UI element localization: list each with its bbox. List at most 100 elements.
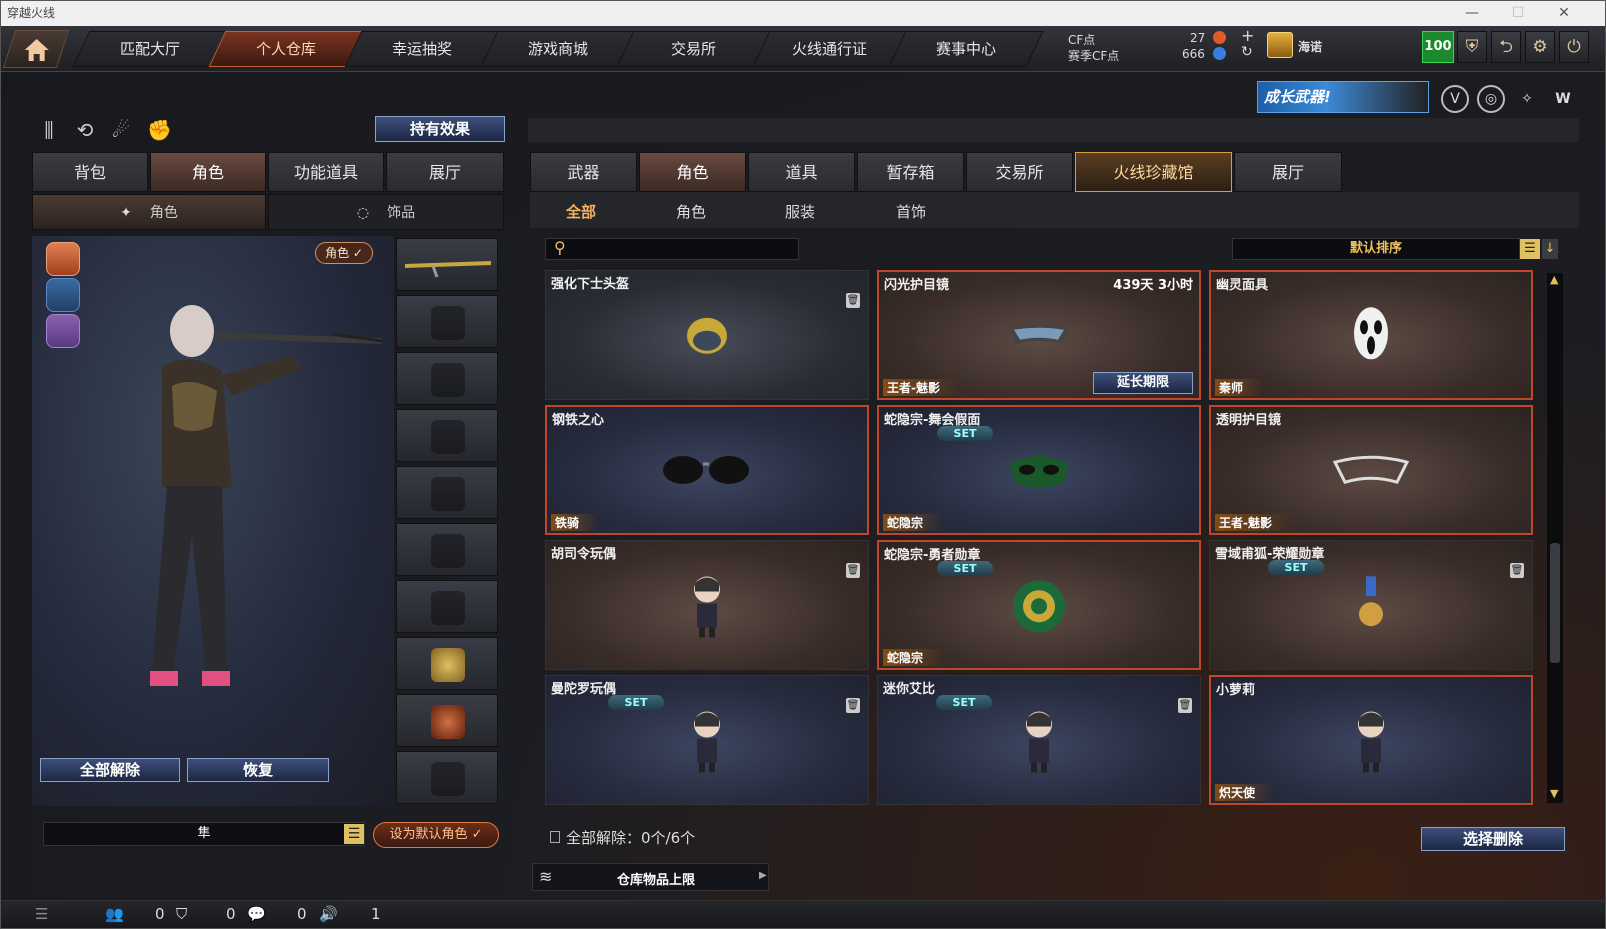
hand-icon[interactable]: ✊ (147, 118, 172, 142)
wing-icon[interactable]: ✧ (1513, 85, 1541, 113)
wolf-badge-icon[interactable] (46, 242, 80, 276)
left-tab-backpack[interactable]: 背包 (32, 152, 148, 192)
right-tab-exchange[interactable]: 交易所 (966, 152, 1073, 192)
shield-icon[interactable]: ⛨ (1457, 31, 1487, 63)
item-card[interactable]: 幽灵面具 秦师 (1209, 270, 1533, 400)
slot-dragon-charm[interactable] (396, 637, 498, 690)
slot-weapon[interactable] (396, 238, 498, 291)
right-tab-items[interactable]: 道具 (748, 152, 855, 192)
scroll-down-icon[interactable]: ▼ (1550, 787, 1558, 800)
category-character[interactable]: 角色 (676, 201, 706, 222)
close-button[interactable]: ✕ (1541, 1, 1587, 26)
nav-tab-personal-storage[interactable]: 个人仓库 (208, 31, 364, 67)
trash-icon[interactable]: 🗑 (1510, 563, 1524, 578)
home-button[interactable] (2, 30, 70, 68)
category-all[interactable]: 全部 (566, 201, 596, 222)
left-subtab-accessory[interactable]: ◌ 饰品 (268, 194, 504, 230)
trash-icon[interactable]: 🗑 (1178, 698, 1192, 713)
power-icon[interactable]: ⏻ (1559, 31, 1589, 63)
select-delete-button[interactable]: 选择删除 (1421, 827, 1565, 851)
list-icon[interactable]: ☰ (35, 905, 48, 923)
character-preview[interactable]: 角色 ✓ 全部解除 恢复 (32, 236, 394, 806)
right-tab-weapon[interactable]: 武器 (530, 152, 637, 192)
left-tab-showroom[interactable]: 展厅 (386, 152, 504, 192)
maximize-button[interactable]: ☐ (1495, 1, 1541, 26)
item-card[interactable]: 强化下士头盔 🗑 (545, 270, 869, 400)
right-tab-temp-box[interactable]: 暂存箱 (857, 152, 964, 192)
right-tab-character[interactable]: 角色 (639, 152, 746, 192)
nav-tab-exchange[interactable]: 交易所 (616, 31, 772, 67)
goggles-badge-icon[interactable] (46, 278, 80, 312)
sort-list-icon[interactable]: ☰ (1520, 239, 1540, 259)
item-card[interactable]: 迷你艾比 SET 🗑 (877, 675, 1201, 805)
right-tab-collection-hall[interactable]: 火线珍藏馆 (1075, 152, 1232, 192)
slot-helmet[interactable] (396, 295, 498, 348)
sort-dropdown[interactable]: 默认排序 (1232, 238, 1520, 260)
item-card[interactable]: 小萝莉 炽天使 (1209, 675, 1533, 805)
trash-icon[interactable]: 🗑 (846, 563, 860, 578)
unequip-all-button[interactable]: 全部解除 (40, 758, 180, 782)
w-logo-icon[interactable]: W (1549, 85, 1577, 113)
slot-backpack[interactable] (396, 466, 498, 519)
slot-glasses[interactable] (396, 352, 498, 405)
minimize-button[interactable]: — (1449, 1, 1495, 26)
item-card[interactable]: 钢铁之心 铁骑 (545, 405, 869, 535)
slot-tiger-charm[interactable] (396, 694, 498, 747)
menu-list-icon[interactable]: ☰ (344, 824, 364, 844)
storage-limit-label: 仓库物品上限 (617, 873, 696, 888)
gear-icon[interactable]: ⚙ (1525, 31, 1555, 63)
pose-icon[interactable]: ☄ (109, 118, 133, 142)
slot-vest[interactable] (396, 409, 498, 462)
item-card[interactable]: 雪域甫狐-荣耀勋章 SET 🗑 (1209, 540, 1533, 670)
sort-direction-icon[interactable]: ↓ (1542, 239, 1558, 259)
chat-icon[interactable]: 💬 (247, 905, 266, 923)
trash-icon[interactable]: 🗑 (846, 698, 860, 713)
bird-badge-icon[interactable] (46, 314, 80, 348)
left-subtab-character[interactable]: ✦ 角色 (32, 194, 266, 230)
left-tab-functional-items[interactable]: 功能道具 (268, 152, 384, 192)
item-card[interactable]: 胡司令玩偶 🗑 (545, 540, 869, 670)
storage-limit-bar[interactable]: ≋ 仓库物品上限 ▶ (532, 863, 769, 891)
slot-pants[interactable] (396, 580, 498, 633)
return-icon[interactable]: ⮌ (1491, 31, 1521, 63)
item-card[interactable]: 闪光护目镜 439天 3小时 王者-魅影 延长期限 (877, 270, 1201, 400)
set-default-character-button[interactable]: 设为默认角色 ✓ (373, 822, 499, 848)
clan-shield-icon[interactable]: ⛉ (176, 905, 187, 923)
restore-button[interactable]: 恢复 (187, 758, 329, 782)
extend-duration-button[interactable]: 延长期限 (1093, 372, 1193, 394)
stats-icon[interactable]: ⫼ (37, 118, 61, 142)
scroll-up-icon[interactable]: ▲ (1550, 273, 1558, 286)
refresh-icon[interactable]: ↻ (1241, 44, 1253, 60)
item-card[interactable]: 透明护目镜 王者-魅影 (1209, 405, 1533, 535)
avatar[interactable] (1267, 32, 1293, 58)
search-input[interactable]: ⚲ (545, 238, 799, 260)
slot-bag[interactable] (396, 751, 498, 804)
nav-tab-event-center[interactable]: 赛事中心 (888, 31, 1044, 67)
trash-icon[interactable]: 🗑 (846, 293, 860, 308)
nav-tab-match-hall[interactable]: 匹配大厅 (72, 31, 228, 67)
level-badge[interactable]: 100 (1422, 31, 1454, 63)
item-card[interactable]: 蛇隐宗-勇者勋章 SET 蛇隐宗 (877, 540, 1201, 670)
rotate-icon[interactable]: ⟲ (73, 118, 97, 142)
grid-scrollbar[interactable]: ▲ ▼ (1547, 273, 1563, 803)
slot-gloves[interactable] (396, 523, 498, 576)
scroll-thumb[interactable] (1550, 543, 1560, 663)
left-tab-character[interactable]: 角色 (150, 152, 266, 192)
category-costume[interactable]: 服装 (785, 201, 815, 222)
growth-weapon-banner[interactable]: 成长武器! (1257, 81, 1429, 113)
globe-icon[interactable]: ◎ (1477, 85, 1505, 113)
volume-icon[interactable]: 🔊 (319, 905, 338, 923)
character-name-field[interactable]: 隼 (43, 822, 365, 846)
friends-icon[interactable]: 👥 (105, 905, 124, 923)
set-badge: SET (936, 695, 992, 710)
recharge-plus-icon[interactable]: + (1241, 26, 1254, 45)
nav-tab-battle-pass[interactable]: 火线通行证 (752, 31, 908, 67)
badge-v-icon[interactable]: V (1441, 85, 1469, 113)
effect-button[interactable]: 持有效果 (375, 116, 505, 142)
nav-tab-game-mall[interactable]: 游戏商城 (480, 31, 636, 67)
item-card[interactable]: 蛇隐宗-舞会假面 SET 蛇隐宗 (877, 405, 1201, 535)
item-card[interactable]: 曼陀罗玩偶 SET 🗑 (545, 675, 869, 805)
right-tab-showroom[interactable]: 展厅 (1234, 152, 1342, 192)
nav-tab-lucky-draw[interactable]: 幸运抽奖 (344, 31, 500, 67)
category-jewelry[interactable]: 首饰 (896, 201, 926, 222)
